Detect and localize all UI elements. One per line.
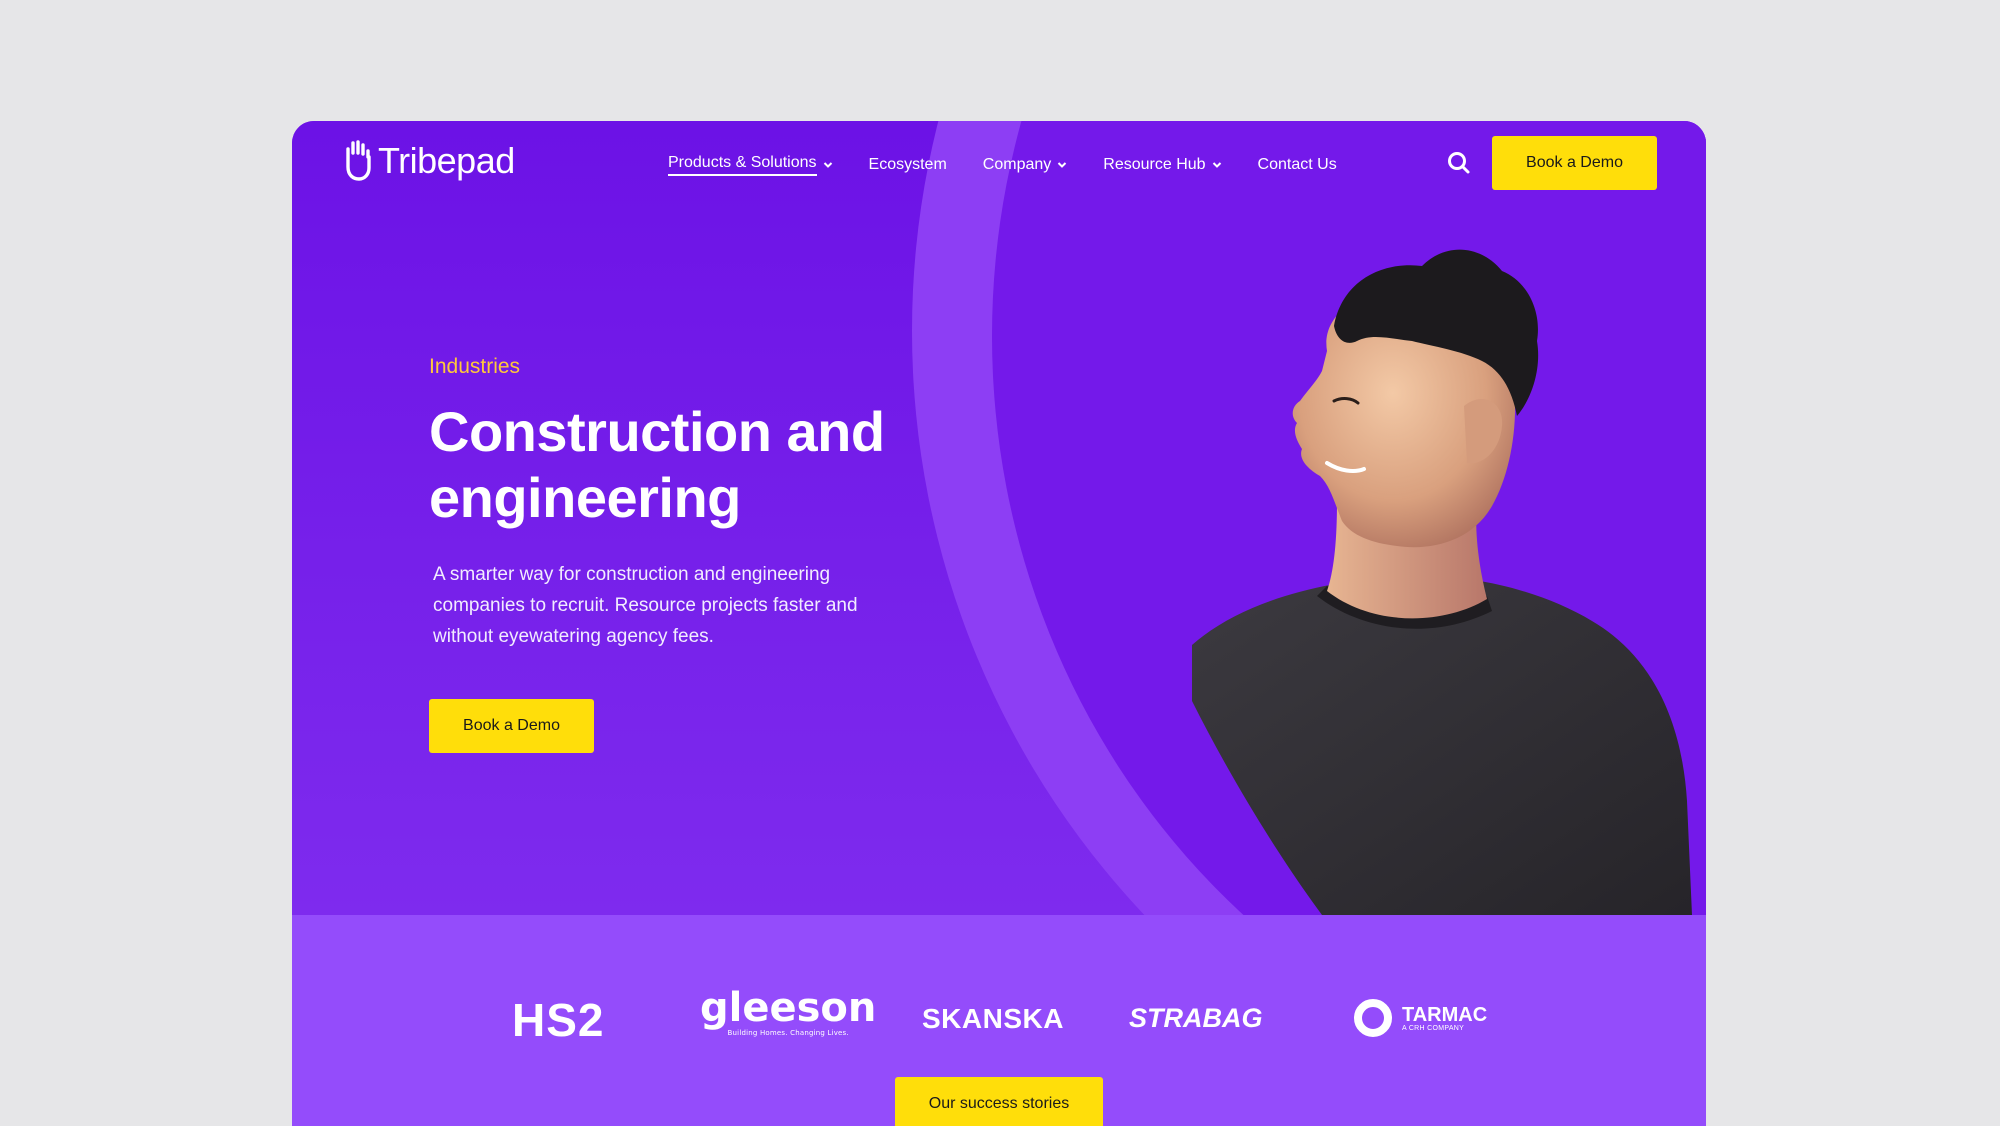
tarmac-ring-icon bbox=[1354, 999, 1392, 1037]
skanska-logo-text: SKANSKA bbox=[922, 1003, 1064, 1034]
gleeson-logo: gleeson Building Homes. Changing Lives. bbox=[700, 985, 876, 1037]
nav-resource-hub[interactable]: Resource Hub bbox=[1103, 156, 1221, 174]
page-title: Construction and engineering bbox=[429, 400, 885, 529]
nav-label: Products & Solutions bbox=[668, 154, 817, 176]
gleeson-logo-text: gleeson bbox=[700, 985, 877, 1031]
nav-products-solutions[interactable]: Products & Solutions bbox=[668, 154, 833, 176]
nav-links: Products & Solutions Ecosystem Company R… bbox=[668, 154, 1373, 176]
brand-name: Tribepad bbox=[378, 140, 515, 181]
hero-portrait-image bbox=[1192, 249, 1692, 915]
nav-company[interactable]: Company bbox=[983, 156, 1067, 174]
tribepad-logo[interactable]: Tribepad bbox=[340, 139, 515, 183]
hs2-logo-text: HS2 bbox=[512, 994, 605, 1046]
nav-contact-us[interactable]: Contact Us bbox=[1258, 156, 1337, 174]
nav-label: Contact Us bbox=[1257, 156, 1337, 173]
chevron-down-icon bbox=[1058, 162, 1067, 168]
success-stories-button[interactable]: Our success stories bbox=[895, 1077, 1103, 1126]
hs2-logo: HS2 bbox=[512, 993, 604, 1047]
hand-logo-icon bbox=[346, 140, 371, 181]
hero-section: Tribepad Products & Solutions Ecosystem … bbox=[292, 121, 1706, 915]
book-demo-button[interactable]: Book a Demo bbox=[1492, 136, 1657, 190]
search-icon[interactable] bbox=[1446, 150, 1472, 176]
chevron-down-icon bbox=[1212, 162, 1221, 168]
chevron-down-icon bbox=[823, 162, 832, 168]
gleeson-tagline: Building Homes. Changing Lives. bbox=[727, 1029, 849, 1037]
hero-eyebrow: Industries bbox=[429, 355, 521, 378]
top-navigation: Tribepad Products & Solutions Ecosystem … bbox=[292, 121, 1706, 203]
skanska-logo: SKANSKA bbox=[922, 1003, 1064, 1035]
nav-ecosystem[interactable]: Ecosystem bbox=[869, 156, 947, 174]
tarmac-logo-text: TARMAC bbox=[1402, 1003, 1488, 1026]
nav-label: Ecosystem bbox=[868, 156, 947, 173]
hero-book-demo-button[interactable]: Book a Demo bbox=[429, 699, 594, 753]
nav-label: Company bbox=[982, 156, 1052, 173]
strabag-logo: STRABAG bbox=[1129, 1003, 1263, 1034]
tarmac-subtext: A CRH COMPANY bbox=[1402, 1024, 1465, 1032]
strabag-logo-text: STRABAG bbox=[1129, 1003, 1263, 1033]
tarmac-logo: TARMAC A CRH COMPANY bbox=[1354, 999, 1487, 1037]
browser-window: Tribepad Products & Solutions Ecosystem … bbox=[292, 121, 1706, 1126]
hero-description: A smarter way for construction and engin… bbox=[433, 564, 858, 647]
nav-label: Resource Hub bbox=[1103, 156, 1206, 173]
